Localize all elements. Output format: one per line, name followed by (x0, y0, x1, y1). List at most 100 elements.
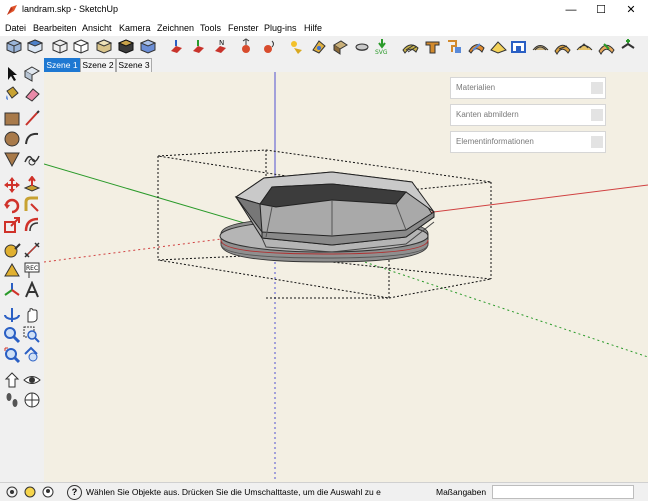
panel-toggle-icon[interactable] (591, 82, 603, 94)
geo-location-icon[interactable] (6, 486, 18, 498)
paint-style-icon[interactable] (310, 38, 327, 55)
sandbox-modify-icon[interactable] (598, 38, 615, 55)
monochrome-view-icon[interactable] (140, 38, 157, 55)
scale-icon[interactable] (3, 216, 21, 234)
sandbox-drape-icon[interactable] (446, 38, 463, 55)
sandbox-contours-icon[interactable] (532, 38, 549, 55)
credits-icon[interactable] (24, 486, 36, 498)
svg-export-icon[interactable]: SVG (374, 38, 391, 55)
offset-icon[interactable] (23, 216, 41, 234)
follow-me-icon[interactable] (23, 196, 41, 214)
3d-text-icon[interactable] (23, 281, 41, 299)
entity-info-panel[interactable]: Elementinformationen (450, 131, 606, 153)
sandbox-mesh-icon[interactable] (402, 38, 419, 55)
tab-szene-2[interactable]: Szene 2 (80, 58, 116, 73)
sandbox-flip-icon[interactable] (468, 38, 485, 55)
make-component-icon[interactable] (23, 65, 41, 83)
svg-text:REC: REC (26, 265, 38, 272)
axes-tool-icon[interactable] (3, 281, 21, 299)
help-icon[interactable]: ? (67, 485, 82, 500)
walk-icon[interactable] (260, 38, 277, 55)
north-axis-icon[interactable]: N (212, 38, 229, 55)
soften-edges-panel[interactable]: Kanten abmildern (450, 104, 606, 126)
minimize-button[interactable]: — (556, 0, 586, 20)
sun-shadow-icon[interactable] (288, 38, 305, 55)
sandbox-smoove-icon[interactable] (490, 38, 507, 55)
arc-icon[interactable] (23, 130, 41, 148)
maximize-button[interactable]: ☐ (586, 0, 616, 20)
previous-view-icon[interactable] (23, 346, 41, 364)
section-display-icon[interactable] (354, 38, 371, 55)
dimension-icon[interactable] (23, 241, 41, 259)
push-pull-icon[interactable] (23, 176, 41, 194)
minimize-icon: — (565, 4, 577, 16)
sandbox-stamp-icon[interactable] (424, 38, 441, 55)
position-camera-icon[interactable] (3, 371, 21, 389)
status-bar: ? Wählen Sie Objekte aus. Drücken Sie di… (0, 482, 648, 501)
sandbox-scratch-icon[interactable] (554, 38, 571, 55)
tab-szene-3[interactable]: Szene 3 (116, 58, 152, 73)
iso-view-icon[interactable] (6, 38, 23, 55)
soften-edges-panel-title: Kanten abmildern (456, 110, 519, 119)
panel-toggle-icon[interactable] (591, 136, 603, 148)
menu-plugins[interactable]: Plug-ins (264, 23, 297, 33)
panel-toggle-icon[interactable] (591, 109, 603, 121)
look-around-eye-icon[interactable] (23, 371, 41, 389)
close-icon: ✕ (626, 4, 636, 16)
add-detail-icon[interactable] (510, 38, 527, 55)
menu-hilfe[interactable]: Hilfe (304, 23, 322, 33)
main-toolbar: N SVG (0, 36, 648, 58)
large-tool-set: REC (0, 58, 44, 482)
text-label-icon[interactable]: REC (23, 261, 41, 279)
axes-icon[interactable] (190, 38, 207, 55)
rectangle-icon[interactable] (3, 110, 21, 128)
shaded-view-icon[interactable] (96, 38, 113, 55)
xray-view-icon[interactable] (52, 38, 69, 55)
window-title: landram.skp - SketchUp (22, 4, 119, 14)
sandbox-grid-icon[interactable] (576, 38, 593, 55)
zoom-extents-icon[interactable] (3, 346, 21, 364)
zoom-icon[interactable] (3, 326, 21, 344)
menu-datei[interactable]: Datei (5, 23, 26, 33)
sketchup-app-icon (7, 5, 17, 15)
menu-kamera[interactable]: Kamera (119, 23, 151, 33)
modeling-viewport[interactable]: Materialien Kanten abmildern Elementinfo… (44, 72, 648, 482)
close-button[interactable]: ✕ (616, 0, 646, 20)
title-bar: landram.skp - SketchUp — ☐ ✕ (0, 0, 648, 21)
protractor-icon[interactable] (3, 261, 21, 279)
textured-view-icon[interactable] (118, 38, 135, 55)
zoom-window-icon[interactable] (23, 326, 41, 344)
move-icon[interactable] (3, 176, 21, 194)
sandbox-edge-icon[interactable] (620, 38, 637, 55)
user-account-icon[interactable] (42, 486, 54, 498)
top-view-icon[interactable] (27, 38, 44, 55)
move-axis-icon[interactable] (168, 38, 185, 55)
entity-info-panel-title: Elementinformationen (456, 137, 534, 146)
menu-zeichnen[interactable]: Zeichnen (157, 23, 194, 33)
maximize-icon: ☐ (596, 4, 606, 16)
section-plane-icon[interactable] (332, 38, 349, 55)
measurements-input[interactable] (492, 485, 634, 499)
look-around-icon[interactable] (238, 38, 255, 55)
menu-ansicht[interactable]: Ansicht (82, 23, 112, 33)
select-icon[interactable] (3, 65, 21, 83)
line-icon[interactable] (23, 110, 41, 128)
pan-icon[interactable] (23, 306, 41, 324)
paint-bucket-icon[interactable] (3, 85, 21, 103)
menu-tools[interactable]: Tools (200, 23, 221, 33)
eraser-icon[interactable] (23, 85, 41, 103)
section-plane-tool-icon[interactable] (23, 391, 41, 409)
materials-panel[interactable]: Materialien (450, 77, 606, 99)
orbit-icon[interactable] (3, 306, 21, 324)
tape-measure-icon[interactable] (3, 241, 21, 259)
walk-footprints-icon[interactable] (3, 391, 21, 409)
wireframe-icon[interactable] (73, 38, 90, 55)
polygon-icon[interactable] (3, 150, 21, 168)
menu-bar: Datei Bearbeiten Ansicht Kamera Zeichnen… (0, 20, 648, 36)
rotate-icon[interactable] (3, 196, 21, 214)
tab-szene-1[interactable]: Szene 1 (44, 58, 80, 73)
menu-fenster[interactable]: Fenster (228, 23, 259, 33)
freehand-icon[interactable] (23, 150, 41, 168)
circle-icon[interactable] (3, 130, 21, 148)
menu-bearbeiten[interactable]: Bearbeiten (33, 23, 77, 33)
